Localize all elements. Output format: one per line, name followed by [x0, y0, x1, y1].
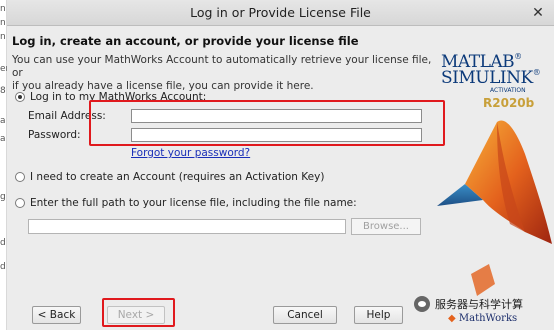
watermark: 服务器与科学计算: [414, 296, 523, 312]
logo-activation-text: ACTIVATION: [490, 87, 526, 94]
description: You can use your MathWorks Account to au…: [12, 54, 432, 93]
password-label: Password:: [28, 129, 81, 141]
page-heading: Log in, create an account, or provide yo…: [12, 34, 359, 48]
fragment-text: n: [0, 4, 6, 14]
fragment-text: d: [0, 262, 6, 272]
window-title: Log in or Provide License File: [190, 5, 371, 20]
fragment-text: n: [0, 18, 6, 28]
membrane-icon: [437, 120, 552, 296]
cancel-button[interactable]: Cancel: [273, 306, 337, 324]
highlight-box: [89, 100, 445, 146]
login-radio[interactable]: [15, 92, 25, 102]
fragment-text: d: [0, 238, 6, 248]
back-button[interactable]: < Back: [32, 306, 81, 324]
help-button[interactable]: Help: [354, 306, 403, 324]
fragment-text: n: [0, 32, 6, 42]
fragment-text: a: [0, 134, 6, 144]
create-account-option[interactable]: I need to create an Account (requires an…: [15, 171, 324, 183]
create-account-radio[interactable]: [15, 172, 25, 182]
next-highlight-box: [102, 298, 175, 327]
watermark-text: 服务器与科学计算: [435, 298, 523, 311]
background-window-strip: n n n er 8 a a g d d: [0, 0, 9, 330]
wechat-icon: [414, 296, 430, 312]
title-bar[interactable]: Log in or Provide License File ✕: [7, 0, 554, 26]
mathworks-text: MathWorks: [458, 313, 518, 324]
license-path-input[interactable]: [28, 219, 346, 234]
matlab-logo: MATLAB® SIMULINK® ACTIVATION R2020b: [435, 46, 554, 296]
fragment-text: a: [0, 116, 6, 126]
dialog-content: Log in, create an account, or provide yo…: [7, 26, 554, 296]
logo-simulink-text: SIMULINK®: [441, 68, 541, 88]
license-file-radio[interactable]: [15, 198, 25, 208]
fragment-text: g: [0, 192, 6, 202]
browse-button[interactable]: Browse...: [351, 218, 421, 235]
license-file-label: Enter the full path to your license file…: [30, 197, 357, 209]
description-line: You can use your MathWorks Account to au…: [12, 54, 432, 79]
create-account-label: I need to create an Account (requires an…: [30, 171, 325, 183]
fragment-text: 8: [0, 86, 6, 96]
release-label: R2020b: [483, 96, 535, 110]
mathworks-logo: ◆ MathWorks: [448, 313, 517, 324]
close-icon[interactable]: ✕: [528, 3, 548, 23]
license-file-option[interactable]: Enter the full path to your license file…: [15, 197, 357, 209]
forgot-password-link[interactable]: Forgot your password?: [131, 147, 250, 159]
license-dialog: Log in or Provide License File ✕ Log in,…: [7, 0, 554, 330]
mathworks-icon: ◆: [448, 313, 456, 324]
